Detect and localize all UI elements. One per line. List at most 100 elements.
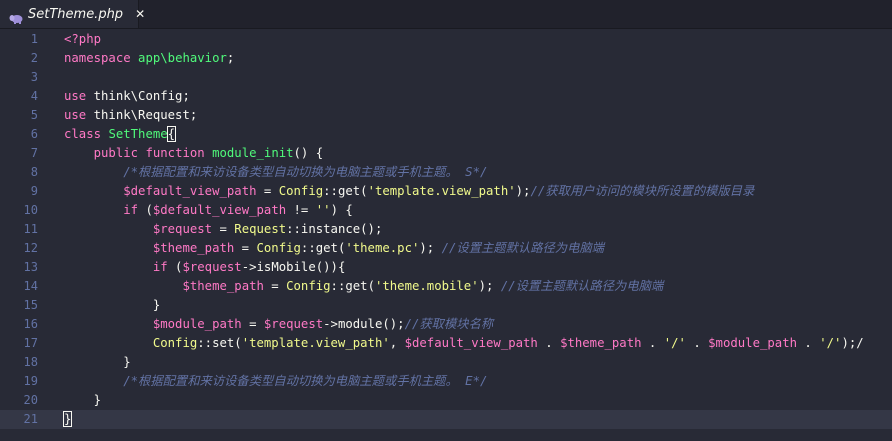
code-token: //设置主题默认路径为电脑端: [500, 279, 664, 293]
line-number: 20: [23, 393, 38, 407]
code-token: Config: [278, 184, 324, 198]
code-token: ) {: [330, 203, 353, 217]
code-token: '/': [663, 336, 686, 350]
code-text: }: [64, 353, 130, 372]
code-line[interactable]: 20 }: [0, 391, 892, 410]
code-token: '/': [819, 336, 842, 350]
line-number: 4: [30, 89, 38, 103]
code-token: =: [241, 317, 264, 331]
code-text: $request = Request::instance();: [64, 220, 383, 239]
code-token: think\Config;: [86, 89, 190, 103]
code-text: $default_view_path = Config::get('templa…: [64, 182, 754, 201]
code-token: function: [145, 146, 205, 160]
line-number: 6: [30, 127, 38, 141]
code-token: $request: [263, 317, 324, 331]
line-number: 21: [23, 412, 38, 426]
line-number: 5: [30, 108, 38, 122]
code-token: ,: [389, 336, 405, 350]
code-token: if: [123, 203, 139, 217]
code-text: public function module_init() {: [64, 144, 324, 163]
code-line[interactable]: 12 $theme_path = Config::get('theme.pc')…: [0, 239, 892, 258]
code-line[interactable]: 19 /*根据配置和来访设备类型自动切换为电脑主题或手机主题。 E*/: [0, 372, 892, 391]
code-text: }: [64, 296, 160, 315]
code-token: ->module();: [323, 317, 405, 331]
code-token: Config: [256, 241, 301, 255]
code-token: public: [93, 146, 139, 160]
code-text: $theme_path = Config::get('theme.mobile'…: [64, 277, 663, 296]
code-token: $default_view_path: [404, 336, 538, 350]
code-line[interactable]: 10 if ($default_view_path != '') {: [0, 201, 892, 220]
code-line[interactable]: 1 <?php: [0, 30, 892, 49]
code-token: .: [685, 336, 709, 350]
code-token: $theme_path: [152, 241, 235, 255]
code-line[interactable]: 5 use think\Request;: [0, 106, 892, 125]
code-token: 'theme.mobile': [374, 279, 479, 293]
code-line[interactable]: 11 $request = Request::instance();: [0, 220, 892, 239]
code-line[interactable]: 9 $default_view_path = Config::get('temp…: [0, 182, 892, 201]
code-token: $module_path: [152, 317, 242, 331]
code-line[interactable]: 6 class SetTheme{: [0, 125, 892, 144]
code-line[interactable]: 8 /*根据配置和来访设备类型自动切换为电脑主题或手机主题。 S*/: [0, 163, 892, 182]
code-token: () {: [293, 146, 324, 160]
code-token: {: [166, 126, 177, 142]
line-number: 10: [23, 203, 38, 217]
code-token: }: [62, 411, 73, 427]
line-number: 2: [30, 51, 38, 65]
code-token: $theme_path: [182, 279, 264, 293]
code-token: use: [64, 108, 87, 122]
code-line[interactable]: 17 Config::set('template.view_path', $de…: [0, 334, 892, 353]
code-token: $theme_path: [560, 336, 642, 350]
code-token: );: [419, 241, 442, 255]
code-line[interactable]: 14 $theme_path = Config::get('theme.mobi…: [0, 277, 892, 296]
code-line[interactable]: 2 namespace app\behavior;: [0, 49, 892, 68]
code-token: $request: [152, 222, 213, 236]
code-line[interactable]: 7 public function module_init() {: [0, 144, 892, 163]
code-editor[interactable]: 1 <?php 2 namespace app\behavior; 3 4 use thin…: [0, 29, 892, 441]
code-token: =: [212, 222, 235, 236]
code-line[interactable]: 15 }: [0, 296, 892, 315]
code-token: );: [478, 279, 501, 293]
close-icon[interactable]: ✕: [135, 7, 145, 21]
code-token: ::set(: [197, 336, 242, 350]
code-text: if ($request->isMobile()){: [64, 258, 346, 277]
code-line[interactable]: 21}: [0, 410, 892, 429]
code-token: ::get(: [323, 184, 368, 198]
code-token: }: [64, 393, 102, 407]
code-token: think\Request;: [86, 108, 198, 122]
code-token: ;: [226, 51, 235, 65]
code-text: /*根据配置和来访设备类型自动切换为电脑主题或手机主题。 S*/: [64, 163, 487, 182]
code-text: <?php: [64, 30, 101, 49]
code-token: (: [167, 260, 183, 274]
code-text: $module_path = $request->module();//获取模块…: [64, 315, 493, 334]
code-token: //获取模块名称: [404, 317, 494, 331]
code-text: /*根据配置和来访设备类型自动切换为电脑主题或手机主题。 E*/: [64, 372, 487, 391]
php-elephant-icon: [9, 9, 23, 24]
code-token: /*根据配置和来访设备类型自动切换为电脑主题或手机主题。 S*/: [123, 165, 488, 179]
code-token: );: [515, 184, 531, 198]
code-line[interactable]: 4 use think\Config;: [0, 87, 892, 106]
code-line[interactable]: 18 }: [0, 353, 892, 372]
code-line[interactable]: 16 $module_path = $request->module();//获…: [0, 315, 892, 334]
code-line[interactable]: 13 if ($request->isMobile()){: [0, 258, 892, 277]
code-token: class: [64, 127, 102, 141]
code-token: );/: [841, 336, 864, 350]
code-token: 'theme.pc': [345, 241, 420, 255]
code-line[interactable]: 3: [0, 68, 892, 87]
code-token: use: [64, 89, 87, 103]
file-tab[interactable]: SetTheme.php ✕: [0, 0, 145, 28]
line-number: 16: [23, 317, 38, 331]
code-token: /*根据配置和来访设备类型自动切换为电脑主题或手机主题。 E*/: [123, 374, 488, 388]
code-text: $theme_path = Config::get('theme.pc'); /…: [64, 239, 604, 258]
code-token: SetTheme: [108, 127, 168, 141]
